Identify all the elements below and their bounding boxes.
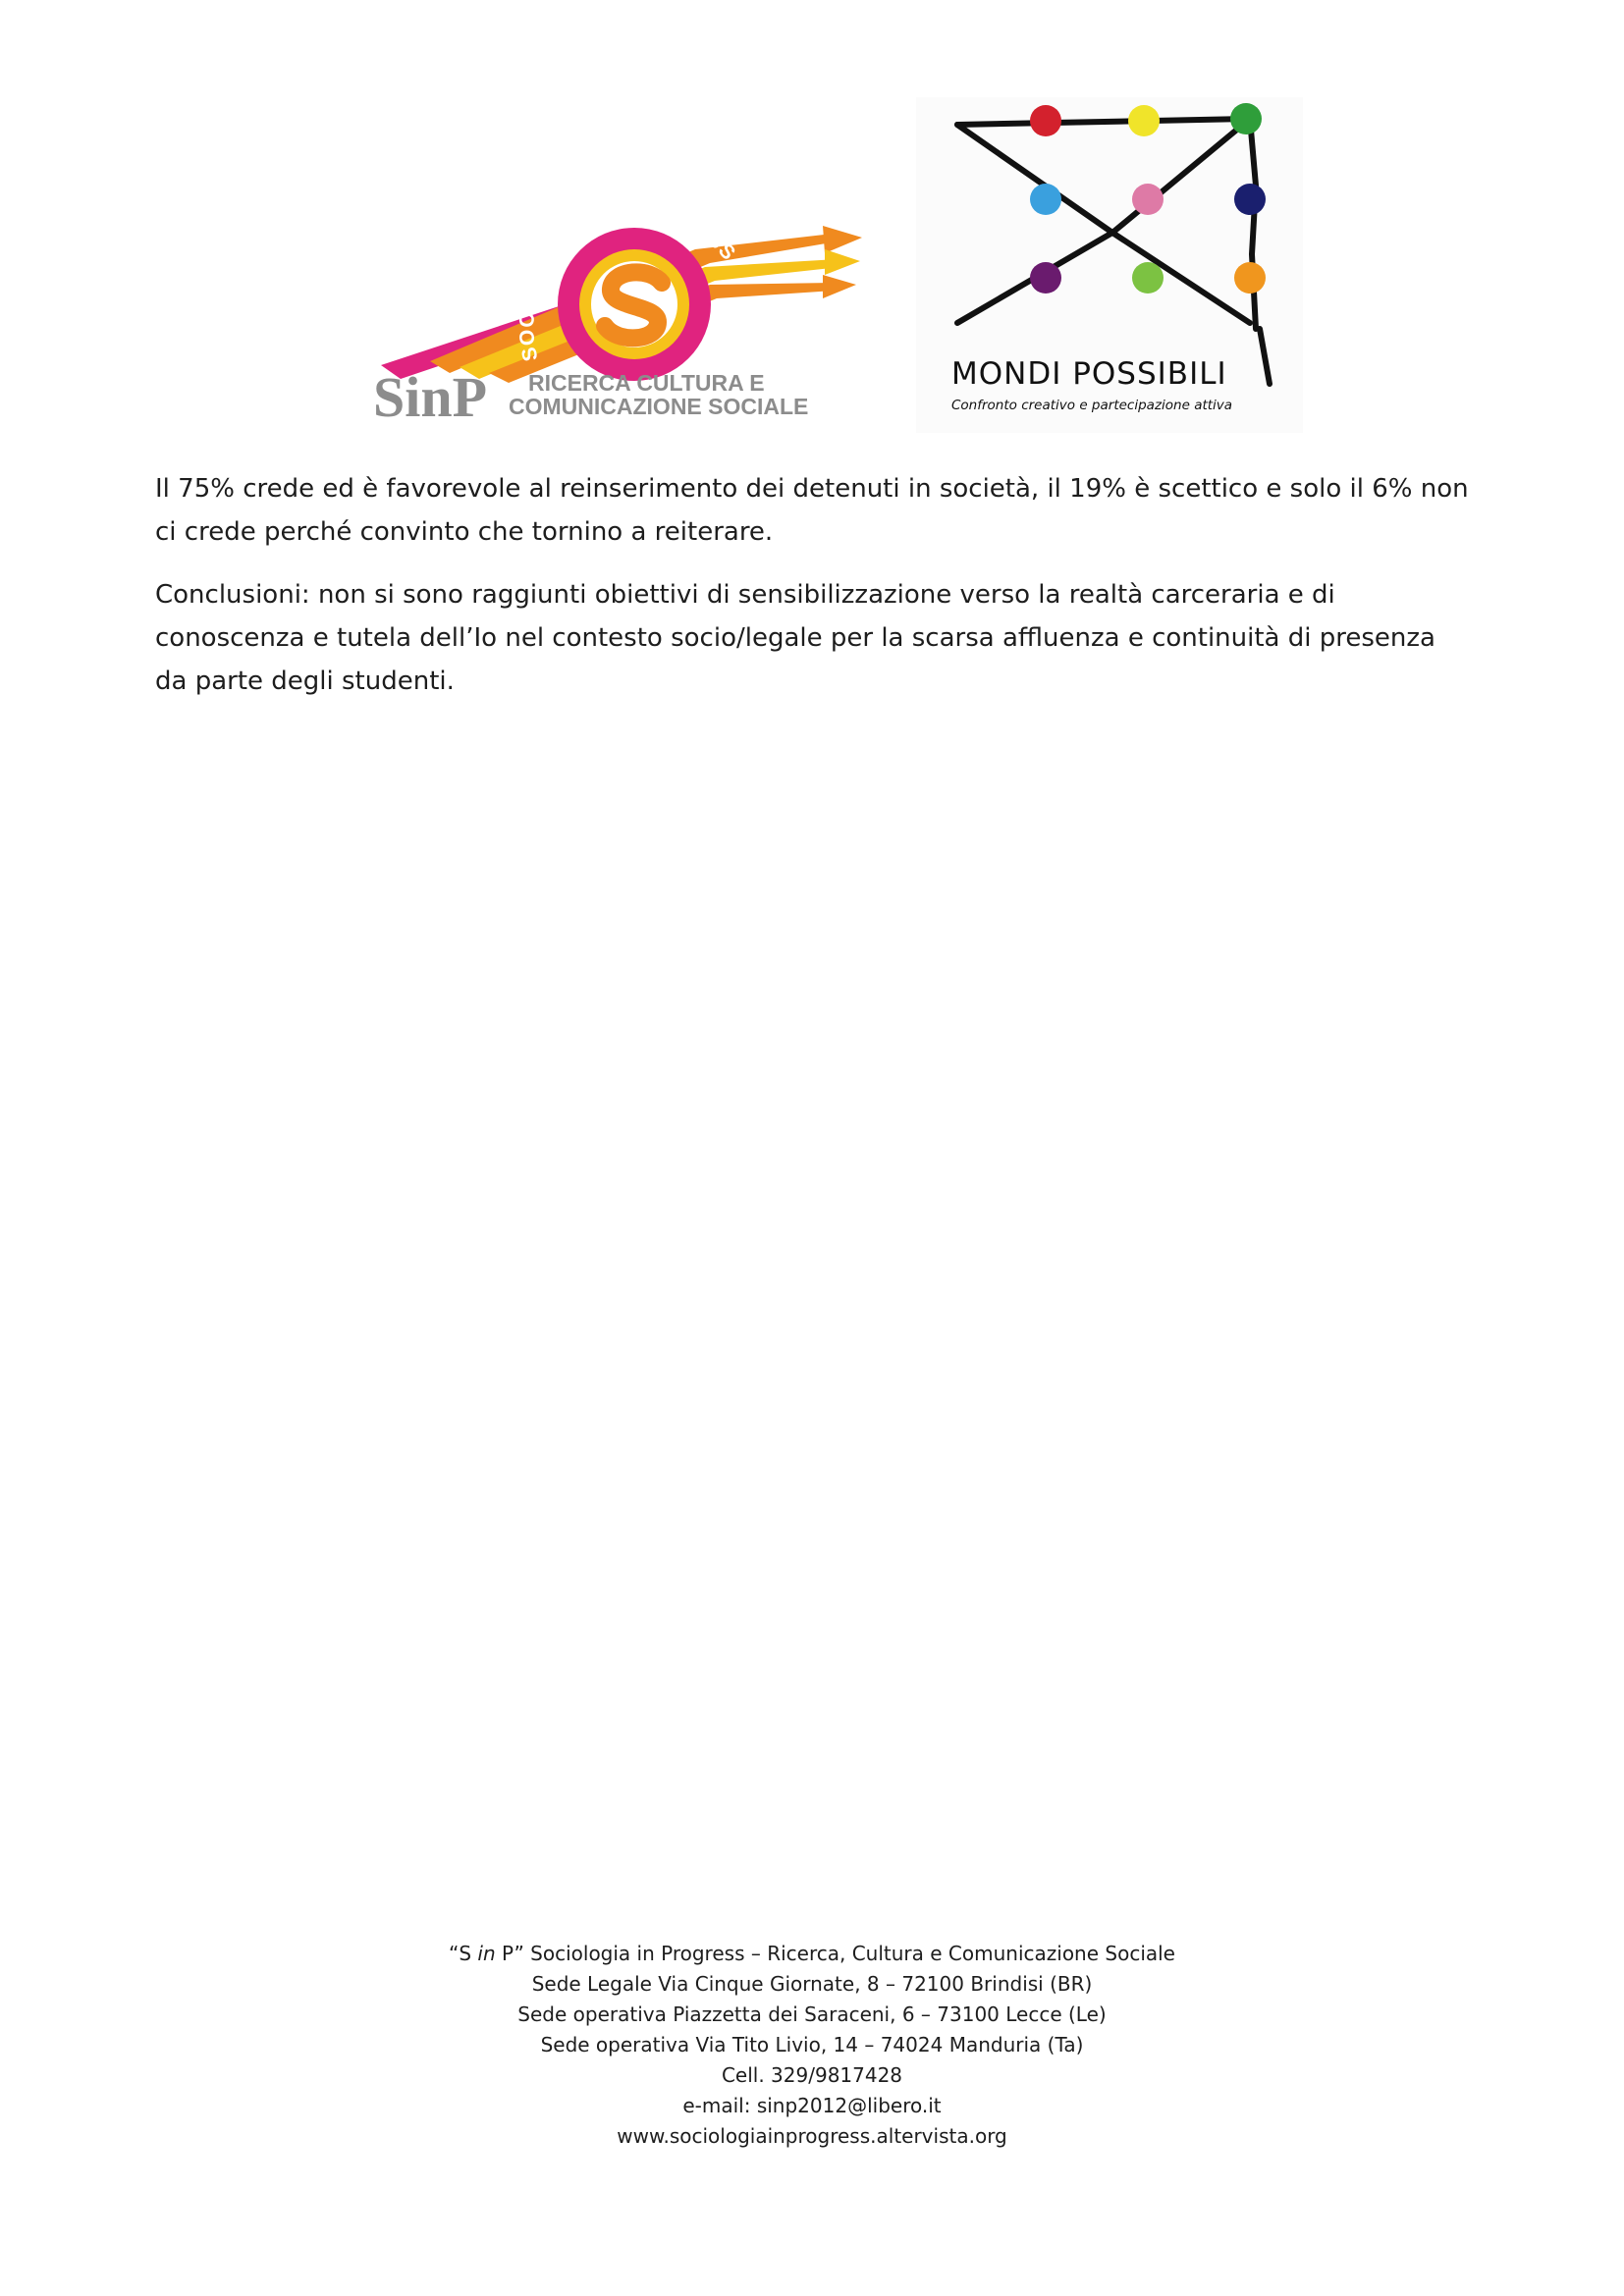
dot-lightgreen [1132, 262, 1164, 294]
document-page: SOCIOLOGIA in PROGRESS SinP RICERCA CULT… [0, 0, 1624, 2296]
paragraph-statistics: Il 75% crede ed è favorevole al reinseri… [155, 474, 1469, 547]
footer-website: www.sociologiainprogress.altervista.org [617, 2124, 1007, 2148]
dot-purple [1030, 262, 1061, 294]
footer-phone: Cell. 329/9817428 [721, 2063, 903, 2087]
dot-green [1230, 103, 1262, 134]
dot-yellow [1128, 105, 1160, 136]
logo-tagline-2: COMUNICAZIONE SOCIALE [509, 394, 808, 419]
footer: “S in P” Sociologia in Progress – Ricerc… [0, 1939, 1624, 2152]
footer-legal-address: Sede Legale Via Cinque Giornate, 8 – 721… [531, 1972, 1093, 1996]
dot-blue [1030, 184, 1061, 215]
dot-navy [1234, 184, 1266, 215]
logo-monogram: SinP [373, 365, 487, 426]
paragraph-conclusions: Conclusioni: non si sono raggiunti obiet… [155, 580, 1435, 696]
body-text: Il 75% crede ed è favorevole al reinseri… [155, 467, 1471, 722]
logo-subtitle: Confronto creativo e partecipazione atti… [951, 398, 1232, 413]
footer-office-manduria: Sede operativa Via Tito Livio, 14 – 7402… [540, 2033, 1084, 2056]
dot-pink [1132, 184, 1164, 215]
sinp-logo: SOCIOLOGIA in PROGRESS SinP RICERCA CULT… [373, 220, 862, 426]
dot-red [1030, 105, 1061, 136]
logo-tagline-1: RICERCA CULTURA E [528, 370, 765, 396]
logo-title: MONDI POSSIBILI [951, 356, 1227, 392]
footer-org-name: “S in P” Sociologia in Progress – Ricerc… [449, 1942, 1175, 1965]
footer-office-lecce: Sede operativa Piazzetta dei Saraceni, 6… [517, 2002, 1107, 2026]
dot-orange [1234, 262, 1266, 294]
footer-email: e-mail: sinp2012@libero.it [682, 2094, 942, 2117]
mondi-possibili-logo: MONDI POSSIBILI Confronto creativo e par… [916, 97, 1303, 433]
